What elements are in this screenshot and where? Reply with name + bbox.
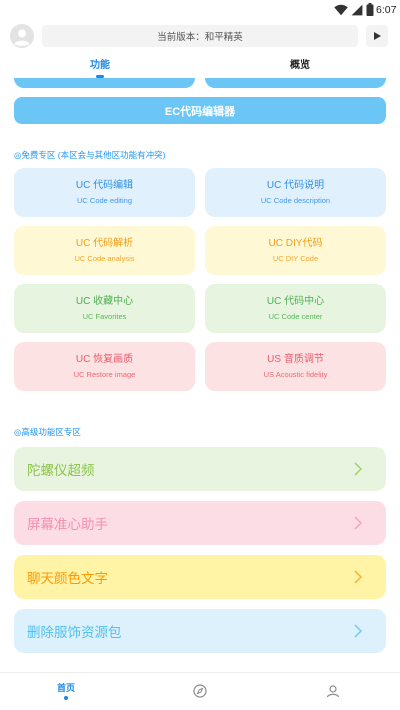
app-screen: 6:07 当前版本：和平精英 功能 概览 EC代码编辑器 ◎免费专区 (本区会与… xyxy=(0,0,400,710)
card-title: UC DIY代码 xyxy=(268,238,323,249)
tab-features[interactable]: 功能 xyxy=(0,56,200,78)
status-time: 6:07 xyxy=(376,4,397,16)
card-subtitle: UC Favorites xyxy=(82,312,127,321)
list-item-label: 屏幕准心助手 xyxy=(27,517,108,532)
chevron-right-icon xyxy=(354,516,362,530)
ec-button-label: EC代码编辑器 xyxy=(164,105,236,118)
card-title: UC 代码中心 xyxy=(266,296,325,307)
card-us-acoustic-fidelity[interactable]: US 音质调节 US Acoustic fidelity xyxy=(205,342,386,391)
version-text: 当前版本：和平精英 xyxy=(157,32,243,43)
list-item-crosshair-assistant[interactable]: 屏幕准心助手 xyxy=(14,501,386,545)
header-bar: 当前版本：和平精英 xyxy=(0,20,400,54)
nav-home-label: 首页 xyxy=(56,683,75,693)
free-card-grid: UC 代码编辑 UC Code editing UC 代码说明 UC Code … xyxy=(14,168,386,391)
card-uc-restore-image[interactable]: UC 恢复画质 UC Restore image xyxy=(14,342,195,391)
partial-button-left[interactable] xyxy=(14,78,195,88)
card-title: UC 恢复画质 xyxy=(75,354,134,365)
card-subtitle: UC Code center xyxy=(268,312,323,321)
chevron-right-icon xyxy=(354,462,362,476)
list-item-chat-color-text[interactable]: 聊天颜色文字 xyxy=(14,555,386,599)
version-bar[interactable]: 当前版本：和平精英 xyxy=(42,25,358,47)
list-item-label: 删除服饰资源包 xyxy=(27,625,122,640)
list-item-label: 聊天颜色文字 xyxy=(27,571,108,586)
avatar-icon xyxy=(10,24,34,48)
list-item-delete-outfit-pack[interactable]: 删除服饰资源包 xyxy=(14,609,386,653)
card-title: US 音质调节 xyxy=(267,354,324,365)
scroll-content[interactable]: EC代码编辑器 ◎免费专区 (本区会与其他区功能有冲突) UC 代码编辑 UC … xyxy=(0,78,400,672)
chevron-right-icon xyxy=(354,570,362,584)
card-title: UC 代码说明 xyxy=(266,180,325,191)
avatar[interactable] xyxy=(10,24,34,48)
advanced-feature-list: 陀螺仪超频 屏幕准心助手 聊天颜色文字 删除服饰资源包 xyxy=(14,447,386,653)
card-uc-code-center[interactable]: UC 代码中心 UC Code center xyxy=(205,284,386,333)
card-uc-code-editing[interactable]: UC 代码编辑 UC Code editing xyxy=(14,168,195,217)
chevron-right-icon xyxy=(354,624,362,638)
card-subtitle: US Acoustic fidelity xyxy=(263,370,328,379)
tab-label: 功能 xyxy=(90,60,110,71)
free-section-title: ◎免费专区 (本区会与其他区功能有冲突) xyxy=(14,150,166,160)
card-uc-favorites[interactable]: UC 收藏中心 UC Favorites xyxy=(14,284,195,333)
tab-label: 概览 xyxy=(290,60,310,71)
nav-discover[interactable] xyxy=(170,673,230,710)
partial-button-right[interactable] xyxy=(205,78,386,88)
list-item-label: 陀螺仪超频 xyxy=(27,463,95,478)
card-subtitle: UC Code analysis xyxy=(74,254,135,263)
card-subtitle: UC Code editing xyxy=(76,196,133,205)
compass-icon xyxy=(193,684,207,698)
card-uc-code-description[interactable]: UC 代码说明 UC Code description xyxy=(205,168,386,217)
status-bar: 6:07 xyxy=(0,0,400,20)
nav-profile[interactable] xyxy=(303,673,363,710)
card-title: UC 代码编辑 xyxy=(75,180,134,191)
card-subtitle: UC Code description xyxy=(260,196,331,205)
card-title: UC 收藏中心 xyxy=(75,296,134,307)
card-subtitle: UC Restore image xyxy=(73,370,136,379)
card-title: UC 代码解析 xyxy=(75,238,134,249)
battery-icon xyxy=(366,3,374,16)
card-uc-diy-code[interactable]: UC DIY代码 UC DIY Code xyxy=(205,226,386,275)
ec-code-editor-button[interactable]: EC代码编辑器 xyxy=(14,97,386,124)
card-subtitle: UC DIY Code xyxy=(272,254,319,263)
play-button[interactable] xyxy=(366,25,388,47)
bottom-nav: 首页 xyxy=(0,672,400,710)
tab-bar: 功能 概览 xyxy=(0,56,400,78)
signal-icon xyxy=(351,4,363,16)
user-icon xyxy=(326,685,340,698)
wifi-icon xyxy=(334,4,348,16)
nav-active-dot xyxy=(64,696,68,700)
card-uc-code-analysis[interactable]: UC 代码解析 UC Code analysis xyxy=(14,226,195,275)
advanced-section-title: ◎高级功能区专区 xyxy=(14,427,81,437)
tab-overview[interactable]: 概览 xyxy=(200,56,400,78)
nav-home[interactable]: 首页 xyxy=(36,673,96,710)
play-icon xyxy=(374,32,381,40)
list-item-gyro-overclock[interactable]: 陀螺仪超频 xyxy=(14,447,386,491)
